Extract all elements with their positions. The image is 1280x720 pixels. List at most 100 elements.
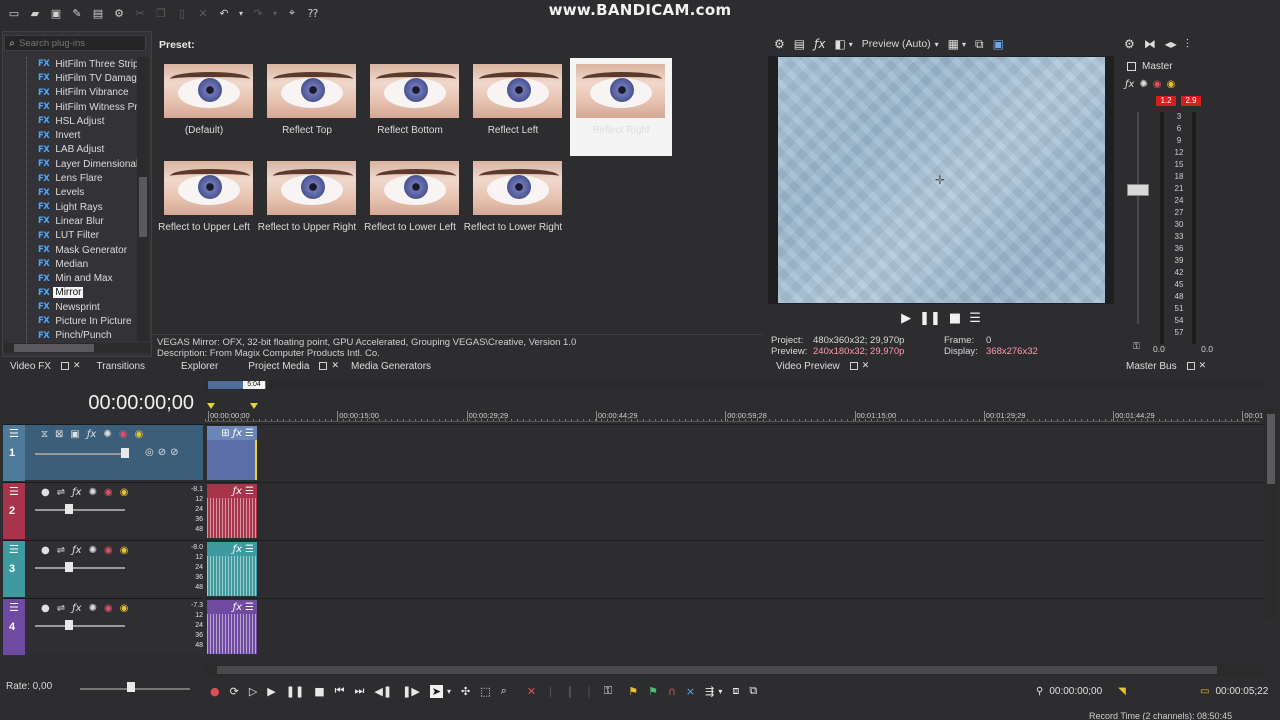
timeline-vscrollbar[interactable] (1264, 408, 1278, 618)
mute-icon[interactable]: ◉ (104, 545, 113, 556)
automation-icon[interactable]: ✺ (89, 603, 97, 614)
record-icon[interactable]: ● (210, 685, 220, 698)
fx-icon[interactable]: ƒx (814, 37, 825, 51)
master-fader-track[interactable] (1137, 112, 1139, 324)
volume-slider-knob[interactable] (65, 504, 73, 514)
preset-item[interactable]: Reflect Left (462, 58, 564, 156)
go-to-end-icon[interactable]: ⏭ (355, 684, 365, 698)
preview-device-icon[interactable]: ▤ (794, 37, 805, 51)
chevron-down-icon[interactable]: ▾ (447, 687, 451, 696)
lock-icon[interactable]: ⚿ (604, 684, 612, 698)
preset-item[interactable]: Reflect Right (570, 58, 672, 156)
mixer-icon[interactable]: ⫶ (1186, 37, 1189, 52)
master-fader-knob[interactable] (1127, 184, 1149, 196)
event-menu-icon[interactable]: ☰ (245, 544, 254, 555)
volume-slider-knob[interactable] (65, 620, 73, 630)
lock-icon[interactable]: ⚿ (1133, 342, 1140, 352)
plugin-search-input[interactable] (19, 37, 141, 49)
solo-icon[interactable]: ◉ (120, 545, 129, 556)
gear-icon[interactable]: ⚙ (774, 37, 785, 51)
close-icon[interactable]: ✕ (1199, 361, 1207, 371)
redo-dropdown-icon[interactable]: ▾ (271, 5, 279, 21)
tab-video-fx[interactable]: Video FX ✕ (10, 361, 81, 372)
fx-icon[interactable]: ƒx (233, 428, 242, 439)
region-icon[interactable]: ⚑ (648, 685, 658, 698)
fx-icon[interactable]: ƒx (72, 545, 81, 556)
scrollbar-thumb[interactable] (1267, 414, 1275, 484)
scrollbar-thumb[interactable] (139, 177, 147, 237)
chevron-down-icon[interactable]: ▾ (962, 40, 966, 49)
mute-icon[interactable]: ◉ (119, 429, 128, 440)
track-color-strip[interactable]: ☰ 3 (3, 541, 25, 597)
ignore-grouping-icon[interactable]: ⧉ (749, 684, 757, 698)
track-menu-icon[interactable]: ☰ (9, 486, 19, 497)
level-slider-knob[interactable] (121, 448, 129, 458)
track-lane[interactable]: ƒx ☰ (205, 540, 1265, 596)
paste-icon[interactable]: ▯ (174, 5, 190, 21)
compositing-mode-icon[interactable]: ⧖ (41, 429, 48, 440)
save-icon[interactable]: ▣ (48, 5, 64, 21)
mute-icon[interactable]: ◉ (1153, 79, 1162, 90)
cursor-marker-icon[interactable] (207, 403, 215, 409)
plugin-item[interactable]: FX HitFilm Witness Pr (38, 100, 138, 114)
plugin-item[interactable]: FX Layer Dimensional (38, 157, 138, 171)
gear-icon[interactable]: ⚙ (1124, 37, 1135, 51)
selection-tool-icon[interactable]: ⬚ (480, 685, 490, 698)
bus-icon[interactable]: ⧓ (1144, 37, 1156, 51)
auto-ripple-icon[interactable]: ⇶ (705, 685, 714, 698)
mute-icon[interactable]: ◉ (104, 603, 113, 614)
tab-explorer[interactable]: Explorer (181, 361, 224, 372)
overlays-grid-icon[interactable]: ▦ (948, 37, 959, 51)
lock-envelopes-icon[interactable]: ⧈ (732, 684, 739, 698)
event-menu-icon[interactable]: ☰ (245, 602, 254, 613)
plugin-item[interactable]: FX HSL Adjust (38, 114, 138, 128)
cut-icon[interactable]: ✂ (132, 5, 148, 21)
volume-slider[interactable] (35, 567, 125, 569)
menu-icon[interactable]: ☰ (969, 311, 981, 326)
track-lane[interactable]: ƒx ☰ (205, 482, 1265, 538)
open-icon[interactable]: ▰ (27, 5, 43, 21)
fx-icon[interactable]: ƒx (1125, 79, 1134, 90)
new-icon[interactable]: ▭ (6, 5, 22, 21)
make-parent-icon[interactable]: ⊘ (158, 447, 166, 458)
plugin-list-scrollbar[interactable] (137, 57, 149, 341)
trim-icon[interactable]: ❘ (546, 685, 555, 698)
scrollbar-thumb[interactable] (14, 344, 94, 352)
plugin-item[interactable]: FX Lens Flare (38, 171, 138, 185)
track-header[interactable]: ☰ 1 ⧖ ⊠ ▣ ƒx ✺ ◉ ◉ ◎ ⊘ ⊘ (3, 424, 203, 481)
ripple-icon[interactable]: ❘ (584, 685, 593, 698)
loop-playback-icon[interactable]: ⟳ (230, 685, 239, 698)
play-from-start-icon[interactable]: ▷ (249, 685, 257, 698)
edit-tool-icon[interactable]: ➤ (429, 684, 444, 698)
tab-project-media[interactable]: Project Media ✕ (248, 361, 339, 372)
fx-icon[interactable]: ƒx (233, 544, 242, 555)
undock-icon[interactable] (60, 362, 69, 370)
track-lane[interactable]: ⊞ ƒx ☰ (205, 424, 1265, 480)
automation-icon[interactable]: ✺ (103, 429, 111, 440)
solo-icon[interactable]: ◉ (1167, 79, 1176, 90)
preset-item[interactable]: Reflect to Lower Left (359, 155, 461, 253)
plugin-item[interactable]: FX Invert (38, 128, 138, 142)
undock-icon[interactable] (849, 362, 858, 370)
level-slider[interactable] (35, 453, 125, 455)
automation-icon[interactable]: ✺ (1139, 79, 1147, 90)
redo-icon[interactable]: ↷ (250, 5, 266, 21)
track-motion-icon[interactable]: ⊠ (55, 429, 63, 440)
track-header[interactable]: ☰ 2 ● ⇌ ƒx ✺ ◉ ◉ -8.1 12 24 36 48 (3, 482, 203, 539)
pause-icon[interactable]: ❚❚ (919, 311, 941, 326)
solo-icon[interactable]: ◉ (134, 429, 143, 440)
properties-icon[interactable]: ▤ (90, 5, 106, 21)
fx-icon[interactable]: ƒx (87, 429, 96, 440)
marker-icon[interactable]: ⚑ (628, 685, 638, 698)
record-arm-icon[interactable]: ● (41, 545, 50, 556)
fx-icon[interactable]: ƒx (233, 486, 242, 497)
stop-icon[interactable]: ■ (314, 685, 324, 698)
preset-item[interactable]: Reflect to Upper Left (153, 155, 255, 253)
timeline-hscrollbar[interactable] (205, 664, 1265, 676)
plugin-item[interactable]: FX HitFilm Vibrance (38, 86, 138, 100)
preview-quality-select[interactable]: Preview (Auto) (862, 38, 931, 50)
invert-phase-icon[interactable]: ⇌ (57, 603, 65, 614)
auto-crossfade-icon[interactable]: ⨯ (686, 685, 695, 698)
close-icon[interactable]: ✕ (73, 361, 81, 371)
rate-slider-knob[interactable] (127, 682, 135, 692)
